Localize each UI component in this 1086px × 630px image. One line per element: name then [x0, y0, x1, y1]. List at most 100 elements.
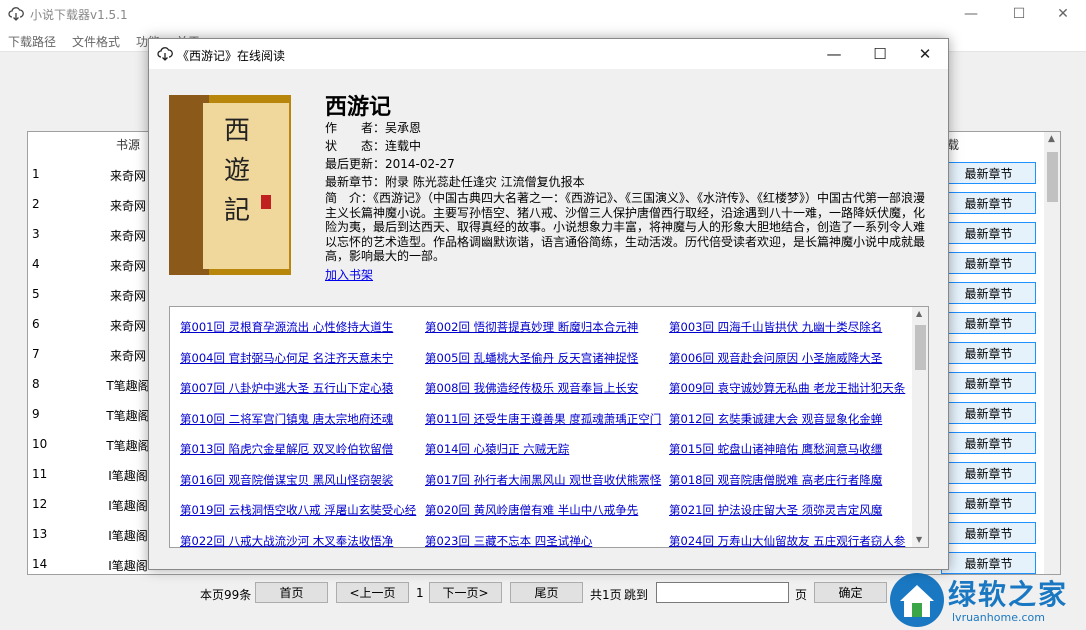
jump-label: 跳到 — [624, 588, 649, 602]
confirm-button[interactable]: 确定 — [814, 582, 887, 603]
page-count-label: 本页99条 — [200, 588, 252, 602]
row-number: 2 — [32, 197, 40, 211]
prev-page-button[interactable]: <上一页 — [336, 582, 409, 603]
row-number: 3 — [32, 227, 40, 241]
close-icon: ✕ — [918, 45, 932, 63]
chapter-link[interactable]: 第020回 黄风岭唐僧有难 半山中八戒争先 — [425, 502, 663, 518]
next-page-button[interactable]: 下一页> — [429, 582, 502, 603]
latest-chapter-button[interactable]: 最新章节 — [941, 462, 1036, 484]
minimize-icon: — — [826, 45, 842, 63]
latest-chapter-button[interactable]: 最新章节 — [941, 192, 1036, 214]
reader-dialog: 《西游记》在线阅读 — ☐ ✕ 西遊記 西游记 作 者：吴承恩 状 态：连载中 … — [148, 38, 949, 570]
close-icon: ✕ — [1057, 6, 1069, 22]
chapter-link[interactable]: 第005回 乱蟠桃大圣偷丹 反天宫诸神捉怪 — [425, 350, 663, 366]
scroll-up-icon[interactable]: ▲ — [916, 309, 922, 318]
chapter-link[interactable]: 第011回 还受生唐王遵善果 度孤魂萧瑀正空门 — [425, 411, 663, 427]
table-scrollbar[interactable]: ▲ — [1044, 132, 1060, 574]
chapter-link[interactable]: 第012回 玄奘秉诚建大会 观音显象化金蝉 — [669, 411, 907, 427]
current-page: 1 — [416, 586, 424, 600]
latest-chapter-button[interactable]: 最新章节 — [941, 312, 1036, 334]
latest-chapter-button[interactable]: 最新章节 — [941, 432, 1036, 454]
chapter-link[interactable]: 第008回 我佛造经传极乐 观音奉旨上长安 — [425, 380, 663, 396]
book-title: 西游记 — [325, 94, 392, 120]
row-number: 9 — [32, 407, 40, 421]
menu-download-path[interactable]: 下载路径 — [8, 33, 56, 50]
chapter-link[interactable]: 第022回 八戒大战流沙河 木叉奉法收悟净 — [180, 533, 418, 548]
maximize-icon: ☐ — [873, 45, 887, 63]
close-button[interactable]: ✕ — [1040, 0, 1086, 28]
first-page-button[interactable]: 首页 — [255, 582, 328, 603]
book-author: 作 者：吴承恩 — [325, 121, 422, 135]
chapter-link[interactable]: 第014回 心猿归正 六贼无踪 — [425, 441, 663, 457]
chapter-list: 第001回 灵根育孕源流出 心性修持大道生 第002回 悟彻菩提真妙理 断魔归本合… — [169, 306, 929, 548]
cover-calligraphy: 西遊記 — [223, 116, 250, 226]
dialog-titlebar: 《西游记》在线阅读 — ☐ ✕ — [149, 39, 948, 69]
row-number: 10 — [32, 437, 48, 451]
maximize-button[interactable]: ☐ — [996, 0, 1042, 28]
latest-chapter-button[interactable]: 最新章节 — [941, 222, 1036, 244]
book-updated: 最后更新：2014-02-27 — [325, 157, 455, 171]
latest-chapter-button[interactable]: 最新章节 — [941, 372, 1036, 394]
chapter-link[interactable]: 第004回 官封弼马心何足 名注齐天意未宁 — [180, 350, 418, 366]
scroll-up-icon[interactable]: ▲ — [1048, 134, 1055, 144]
latest-chapter-button[interactable]: 最新章节 — [941, 492, 1036, 514]
chapter-link[interactable]: 第019回 云栈洞悟空收八戒 浮屠山玄奘受心经 — [180, 502, 418, 518]
chapter-link[interactable]: 第023回 三藏不忘本 四圣试禅心 — [425, 533, 663, 548]
dialog-minimize-button[interactable]: — — [811, 39, 857, 69]
book-cover: 西遊記 — [169, 95, 291, 275]
dialog-maximize-button[interactable]: ☐ — [857, 39, 903, 69]
minimize-button[interactable]: — — [948, 0, 994, 28]
row-number: 12 — [32, 497, 48, 511]
cloud-download-icon — [157, 47, 173, 61]
chapter-link[interactable]: 第002回 悟彻菩提真妙理 断魔归本合元神 — [425, 319, 663, 335]
watermark-url: lvruanhome.com — [952, 611, 1045, 624]
scroll-thumb[interactable] — [1047, 152, 1058, 202]
app-title: 小说下载器v1.5.1 — [30, 8, 128, 22]
chapter-link[interactable]: 第013回 陷虎穴金星解厄 双叉岭伯钦留僧 — [180, 441, 418, 457]
row-number: 11 — [32, 467, 48, 481]
chapter-link[interactable]: 第021回 护法设庄留大圣 须弥灵吉定风魔 — [669, 502, 907, 518]
watermark: 绿软之家 lvruanhome.com — [888, 571, 1086, 630]
minimize-icon: — — [964, 6, 978, 22]
book-latest-chapter: 最新章节：附录 陈光蕊赴任逢灾 江流僧复仇报本 — [325, 175, 585, 189]
book-intro: 简 介：《西游记》（中国古典四大名著之一：《西游记》、《三国演义》、《水浒传》、… — [325, 191, 926, 263]
total-pages: 共1页 — [590, 588, 622, 602]
chapter-link[interactable]: 第015回 蛇盘山诸神暗佑 鹰愁涧意马收缰 — [669, 441, 907, 457]
row-number: 7 — [32, 347, 40, 361]
scroll-down-icon[interactable]: ▼ — [916, 535, 922, 544]
scroll-thumb[interactable] — [915, 325, 926, 370]
chapter-link[interactable]: 第001回 灵根育孕源流出 心性修持大道生 — [180, 319, 418, 335]
menu-file-format[interactable]: 文件格式 — [72, 33, 120, 50]
row-number: 4 — [32, 257, 40, 271]
chapter-link[interactable]: 第018回 观音院唐僧脱难 高老庄行者降魔 — [669, 472, 907, 488]
chapter-link[interactable]: 第017回 孙行者大闹黑风山 观世音收伏熊罴怪 — [425, 472, 663, 488]
row-number: 1 — [32, 167, 40, 181]
latest-chapter-button[interactable]: 最新章节 — [941, 282, 1036, 304]
chapter-scrollbar[interactable]: ▲ ▼ — [912, 307, 928, 547]
cloud-download-icon — [8, 7, 24, 21]
house-logo-icon — [890, 573, 944, 627]
chapter-link[interactable]: 第009回 袁守诚妙算无私曲 老龙王拙计犯天条 — [669, 380, 907, 396]
latest-chapter-button[interactable]: 最新章节 — [941, 522, 1036, 544]
chapter-link[interactable]: 第003回 四海千山皆拱伏 九幽十类尽除名 — [669, 319, 907, 335]
chapter-link[interactable]: 第006回 观音赴会问原因 小圣施威降大圣 — [669, 350, 907, 366]
chapter-link[interactable]: 第024回 万寿山大仙留故友 五庄观行者窃人参 — [669, 533, 907, 548]
jump-page-input[interactable] — [656, 582, 789, 603]
dialog-close-button[interactable]: ✕ — [902, 39, 948, 69]
latest-chapter-button[interactable]: 最新章节 — [941, 402, 1036, 424]
row-number: 8 — [32, 377, 40, 391]
dialog-title: 《西游记》在线阅读 — [177, 49, 286, 63]
latest-chapter-button[interactable]: 最新章节 — [941, 342, 1036, 364]
maximize-icon: ☐ — [1012, 6, 1026, 22]
add-to-shelf-link[interactable]: 加入书架 — [325, 266, 373, 283]
page-unit-label: 页 — [795, 588, 808, 602]
last-page-button[interactable]: 尾页 — [510, 582, 583, 603]
row-number: 13 — [32, 527, 48, 541]
chapter-link[interactable]: 第010回 二将军宫门镇鬼 唐太宗地府还魂 — [180, 411, 418, 427]
chapter-link[interactable]: 第016回 观音院僧谋宝贝 黑风山怪窃袈裟 — [180, 472, 418, 488]
row-number: 14 — [32, 557, 48, 571]
main-titlebar: 小说下载器v1.5.1 — ☐ ✕ — [0, 0, 1086, 28]
chapter-link[interactable]: 第007回 八卦炉中逃大圣 五行山下定心猿 — [180, 380, 418, 396]
latest-chapter-button[interactable]: 最新章节 — [941, 252, 1036, 274]
latest-chapter-button[interactable]: 最新章节 — [941, 162, 1036, 184]
